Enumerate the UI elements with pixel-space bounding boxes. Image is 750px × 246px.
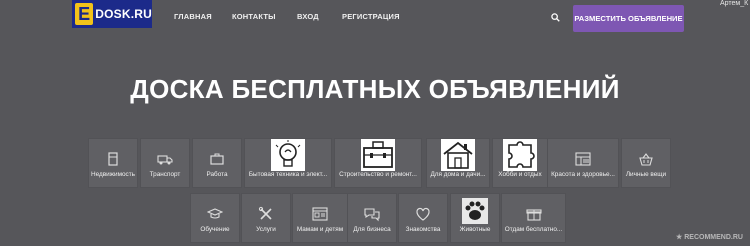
logo-letter: E [75,3,94,25]
briefcase-icon [210,153,224,165]
category-label: Для дома и дачи... [430,171,486,178]
category-education[interactable]: Обучение [190,193,240,243]
category-label: Отдам бесплатно... [504,226,563,233]
truck-icon [157,155,173,165]
heart-icon [416,207,430,221]
category-beauty[interactable]: Красота и здоровье... [547,138,619,188]
category-photo [271,139,305,171]
category-label: Красота и здоровье... [551,171,615,178]
category-hobby[interactable]: Хобби и отдых [492,138,548,188]
category-jobs[interactable]: Работа [192,138,242,188]
category-personal[interactable]: Личные вещи [621,138,671,188]
post-ad-button[interactable]: РАЗМЕСТИТЬ ОБЪЯВЛЕНИЕ [573,5,684,32]
category-kids[interactable]: Мамам и детям [292,193,348,243]
category-label: Работа [206,171,228,178]
toolbox-icon [363,141,393,168]
user-label: Артем_К [720,0,749,7]
nav-home[interactable]: ГЛАВНАЯ [174,12,212,21]
tools-icon [258,206,272,220]
gift-icon [525,209,542,221]
basket-icon [639,153,653,166]
lightbulb-icon [275,140,301,167]
fridge-icon [108,152,118,166]
paw-icon [465,201,485,220]
nav-login[interactable]: ВХОД [297,12,319,21]
category-real-estate[interactable]: Недвижимость [88,138,138,188]
puzzle-icon [508,141,535,168]
category-label: Личные вещи [625,171,667,178]
category-home-garden[interactable]: Для дома и дачи... [426,138,490,188]
search-icon[interactable] [551,13,560,22]
window-icon [312,207,328,221]
nav-register[interactable]: РЕГИСТРАЦИЯ [342,12,400,21]
top-bar: E DOSK.RU ГЛАВНАЯ КОНТАКТЫ ВХОД РЕГИСТРА… [0,0,750,36]
category-label: Животные [459,226,491,233]
category-photo [361,139,395,171]
nav-contacts[interactable]: КОНТАКТЫ [232,12,276,21]
category-label: Хобби и отдых [498,171,542,178]
logo-text: DOSK.RU [95,7,152,21]
category-label: Недвижимость [91,171,135,178]
category-transport[interactable]: Транспорт [140,138,190,188]
site-logo[interactable]: E DOSK.RU [72,0,152,28]
category-label: Для бизнеса [353,226,391,233]
category-label: Услуги [256,226,276,233]
category-photo [441,139,475,171]
graduation-cap-icon [207,208,223,219]
category-photo [462,198,488,224]
page-title: ДОСКА БЕСПЛАТНЫХ ОБЪЯВЛЕНИЙ [130,74,620,104]
watermark: ★ RECOMMEND.RU [676,234,743,241]
grid-icon [575,152,591,166]
category-animals[interactable]: Животные [450,193,500,243]
category-label: Знакомства [405,226,441,233]
category-free[interactable]: Отдам бесплатно... [501,193,566,243]
category-services[interactable]: Услуги [241,193,291,243]
category-photo [503,139,537,171]
category-dating[interactable]: Знакомства [398,193,448,243]
category-business[interactable]: Для бизнеса [347,193,397,243]
house-icon [443,141,473,169]
category-label: Строительство и ремонт... [339,171,417,178]
category-label: Обучение [200,226,230,233]
category-label: Бытовая техника и элект... [248,171,328,178]
category-construction[interactable]: Строительство и ремонт... [334,138,422,188]
category-appliances[interactable]: Бытовая техника и элект... [244,138,332,188]
chat-icon [364,208,380,222]
category-label: Мамам и детям [296,226,344,233]
category-label: Транспорт [149,171,181,178]
